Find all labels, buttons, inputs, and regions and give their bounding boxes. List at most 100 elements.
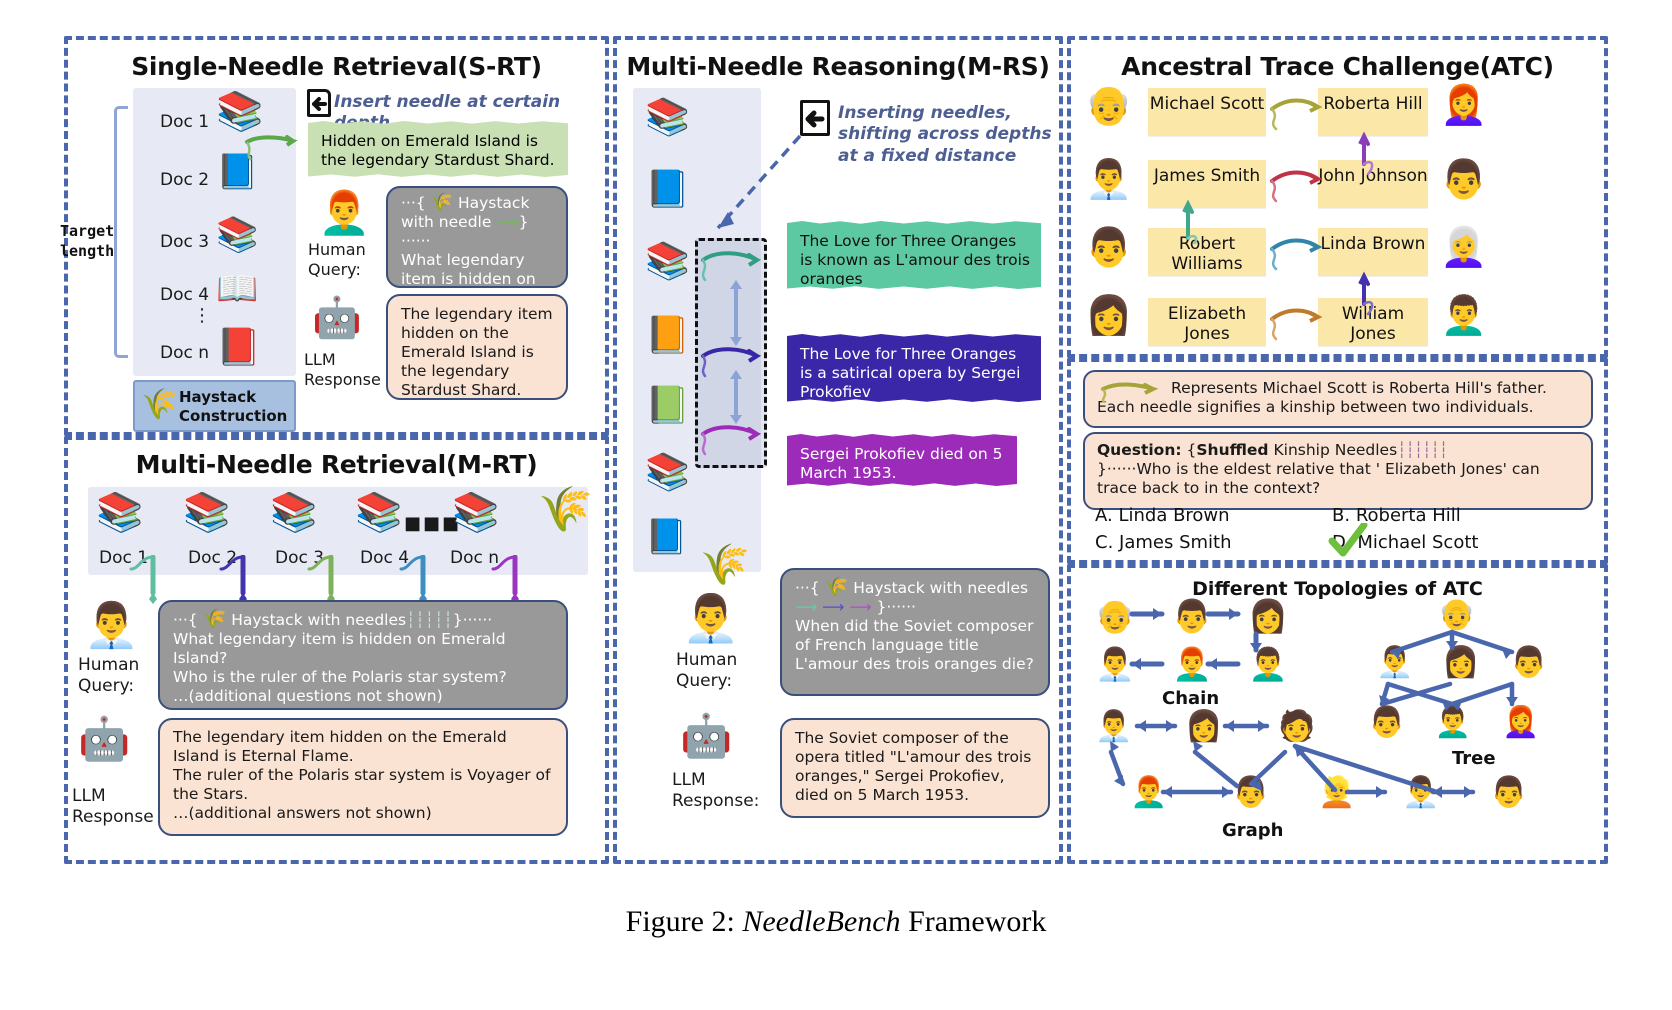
srt-target-length-bracket xyxy=(114,106,128,358)
atc-question-text: Who is the eldest relative that ' Elizab… xyxy=(1097,460,1540,498)
atc-title: Ancestral Trace Challenge(ATC) xyxy=(1121,52,1554,81)
llm-robot-icon: 🤖 xyxy=(78,714,131,763)
mrt-human-label: Human Query: xyxy=(78,655,140,696)
mrs-llm-response-bubble: The Soviet composer of the opera titled … xyxy=(780,718,1050,818)
books-icon: 📘 xyxy=(645,517,688,557)
person-avatar-icon: 👨‍💼 xyxy=(1085,157,1133,201)
mrt-response-line3: …(additional answers not shown) xyxy=(173,803,432,822)
srt-needle-fact: Hidden on Emerald Island is the legendar… xyxy=(308,124,568,174)
srt-haystack-construction: 🌾 Haystack Construction xyxy=(133,380,296,432)
srt-query-prefix: ···{ xyxy=(401,194,426,212)
caption-prefix: Figure 2: xyxy=(625,905,743,938)
mrs-needle-arrows xyxy=(701,251,762,456)
mrt-query-prefix: ···{ xyxy=(173,611,198,629)
books-icon: 📗 xyxy=(645,385,690,426)
mrs-human-label: Human Query: xyxy=(676,650,738,691)
books-icon: 📚 xyxy=(183,490,231,534)
person-avatar-icon: 👨 xyxy=(1440,157,1488,201)
mrt-query-suffix: }······ xyxy=(452,611,493,629)
books-icon: 📚 xyxy=(355,490,403,534)
mrt-response-line2: The ruler of the Polaris star system is … xyxy=(173,765,551,803)
person-avatar-icon: 👨 xyxy=(1085,225,1133,269)
human-avatar-icon: 👨‍🦰 xyxy=(318,188,371,237)
atc-option-a[interactable]: A. Linda Brown xyxy=(1095,505,1230,526)
mrs-human-query-bubble: ···{ 🌾 Haystack with needles ⟶ ⟶ ⟶ }····… xyxy=(780,568,1050,696)
srt-human-label: Human Query: xyxy=(308,240,366,279)
books-icon: 📚 xyxy=(96,490,144,534)
mrs-query-text: When did the Soviet composer of French l… xyxy=(795,616,1034,673)
srt-target-length-label: Target length xyxy=(60,222,115,260)
mrs-query-haystack: Haystack with needles xyxy=(853,579,1029,597)
atc-question-brace-open: { xyxy=(1186,441,1197,459)
books-icon: 📖 xyxy=(216,269,259,309)
mrs-query-suffix: }······ xyxy=(876,597,916,616)
mrt-query-line2: Who is the ruler of the Polaris star sys… xyxy=(173,667,507,686)
srt-doc-label-4: Doc 4 xyxy=(160,285,210,305)
human-avatar-icon: 👨‍💼 xyxy=(84,600,139,651)
graph-arrows xyxy=(1108,720,1476,798)
mrs-response-text: The Soviet composer of the opera titled … xyxy=(795,729,1032,804)
books-icon: 📘 xyxy=(645,169,690,210)
needle-icon: ⟶ xyxy=(849,597,872,616)
books-icon: 📚 xyxy=(645,97,690,138)
caption-suffix: Framework xyxy=(900,905,1047,938)
srt-doc-label-1: Doc 1 xyxy=(160,112,210,132)
figure-root: Single-Needle Retrieval(S-RT) Target leng… xyxy=(0,0,1672,1010)
haystack-icon: 🌾 xyxy=(824,576,849,598)
mrt-llm-response-bubble: The legendary item hidden on the Emerald… xyxy=(158,718,568,836)
books-icon: 📕 xyxy=(216,327,261,368)
srt-llm-label: LLM Response xyxy=(304,350,381,389)
haystack-icon: 🌾 xyxy=(538,484,593,535)
atc-question-kinship: Kinship Needles xyxy=(1273,441,1398,459)
atc-question-label: Question: xyxy=(1097,441,1182,459)
llm-robot-icon: 🤖 xyxy=(680,711,733,760)
needle-icon xyxy=(245,135,298,161)
haystack-icon: 🌾 xyxy=(430,192,454,213)
person-avatar-icon: 👩‍🦰 xyxy=(1440,83,1488,127)
mrt-response-line1: The legendary item hidden on the Emerald… xyxy=(173,728,507,765)
needle-icon: ⟶ xyxy=(795,597,818,616)
mrt-query-line1: What legendary item is hidden on Emerald… xyxy=(173,629,506,667)
mrs-fact-2: The Love for Three Oranges is a satirica… xyxy=(787,337,1041,401)
mrt-human-query-bubble: ···{ 🌾 Haystack with needles┆┆┆┆┆}······… xyxy=(158,600,568,710)
needle-icon xyxy=(1101,382,1159,403)
books-icon: 📚 xyxy=(216,89,264,133)
document-arrow-icon xyxy=(307,89,331,117)
mrt-title: Multi-Needle Retrieval(M-RT) xyxy=(135,450,538,479)
person-avatar-icon: 👴 xyxy=(1085,83,1133,127)
atc-name-left-4: Elizabeth Jones xyxy=(1148,298,1266,346)
mrt-llm-label: LLM Response xyxy=(72,786,154,827)
books-icon: 📚 xyxy=(270,490,318,534)
mrt-query-line3: …(additional questions not shown) xyxy=(173,686,443,705)
haystack-icon: 🌾 xyxy=(141,387,179,422)
atc-vertical-needle-2 xyxy=(1182,199,1198,244)
srt-doc-label-2: Doc 2 xyxy=(160,170,210,190)
check-icon xyxy=(1328,523,1368,557)
srt-doc-label-n: Doc n xyxy=(160,343,210,363)
mrs-fact-3: Sergei Prokofiev died on 5 March 1953. xyxy=(787,437,1017,483)
needle-icon: ┆┆┆┆┆┆ xyxy=(1397,441,1448,459)
books-icon: 📚 xyxy=(216,215,259,255)
books-icon: 📚 xyxy=(452,490,500,534)
books-icon: 📚 xyxy=(645,452,690,493)
haystack-icon: 🌾 xyxy=(202,608,227,630)
mrs-fact-1: The Love for Three Oranges is known as L… xyxy=(787,224,1041,288)
mrt-query-haystack: Haystack with needles xyxy=(231,611,407,629)
person-avatar-icon: 👩‍🦳 xyxy=(1440,225,1488,269)
chain-arrows xyxy=(1129,608,1262,670)
figure-caption: Figure 2: NeedleBench Framework xyxy=(0,905,1672,939)
needle-icon: ┆┆┆┆┆ xyxy=(406,611,453,629)
srt-response-text: The legendary item hidden on the Emerald… xyxy=(401,305,553,399)
atc-question-shuffled: Shuffled xyxy=(1196,441,1269,459)
atc-name-left-1: Michael Scott xyxy=(1148,88,1266,136)
mrs-query-prefix: ···{ xyxy=(795,579,820,597)
person-avatar-icon: 👩 xyxy=(1085,293,1133,337)
atc-option-c[interactable]: C. James Smith xyxy=(1095,532,1232,553)
person-avatar-icon: 👨‍🦱 xyxy=(1440,293,1488,337)
atc-question-note: Question: {Shuffled Kinship Needles┆┆┆┆┆… xyxy=(1083,432,1593,510)
caption-name: NeedleBench xyxy=(742,905,901,938)
needle-icon: ⟶ xyxy=(822,597,845,616)
srt-title: Single-Needle Retrieval(S-RT) xyxy=(131,52,542,81)
atc-vertical-needles xyxy=(1358,131,1374,316)
books-icon: 📙 xyxy=(645,315,690,356)
